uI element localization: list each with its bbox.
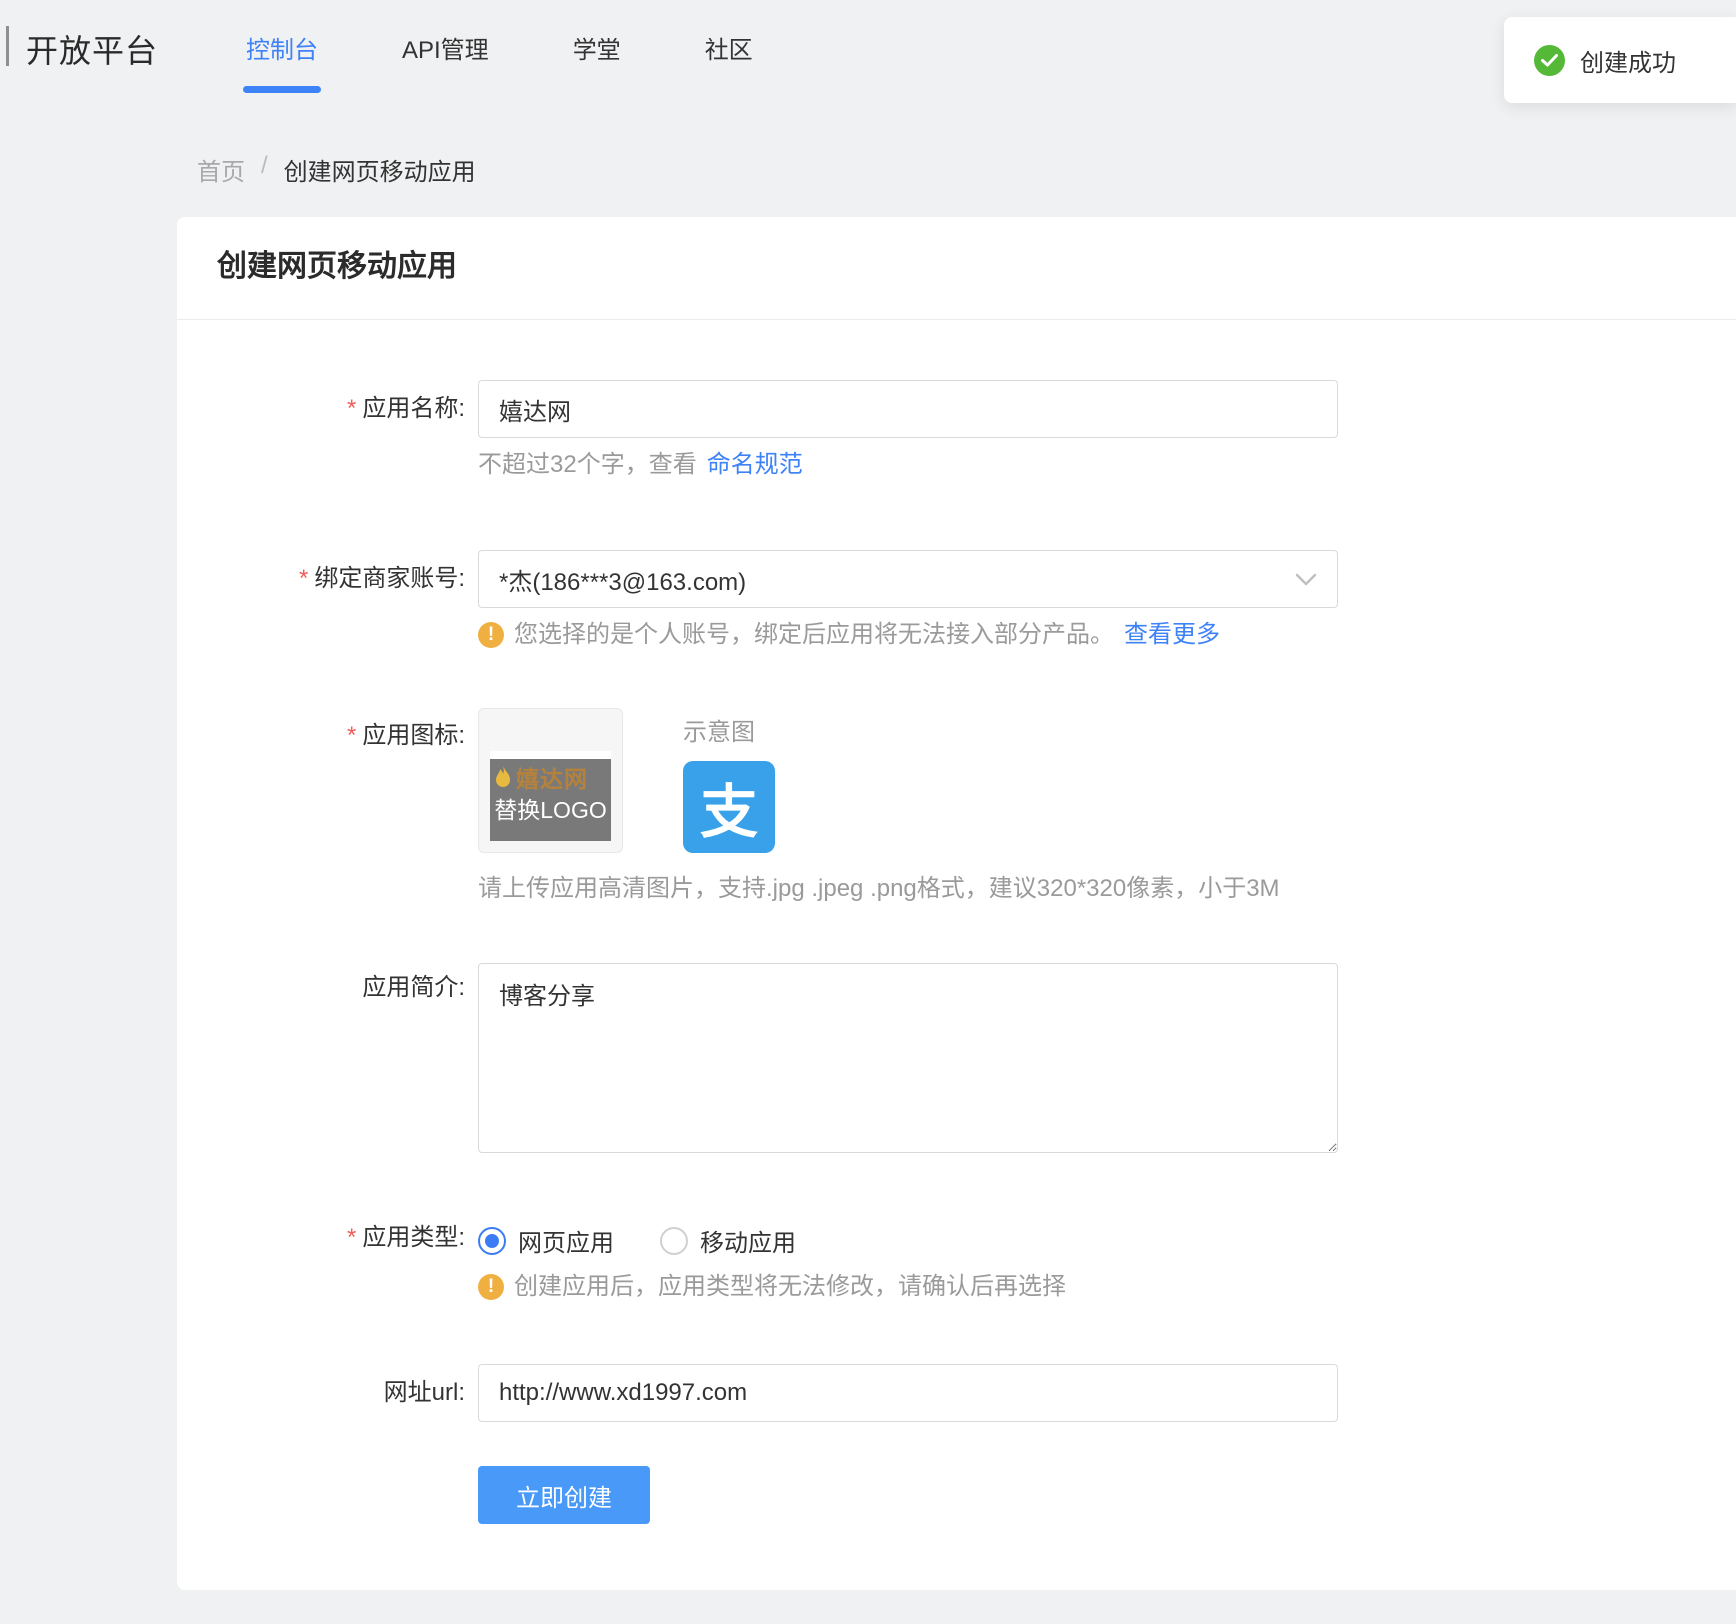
radio-option-mobile[interactable]: 移动应用 — [660, 1223, 796, 1258]
required-mark: * — [347, 395, 356, 422]
app-icon-field: 嬉达网 替换LOGO 示意图 支 — [478, 708, 775, 853]
merchant-account-row: *绑定商家账号: *杰(186***3@163.com) — [177, 550, 1736, 608]
upload-hint: 请上传应用高清图片，支持.jpg .jpeg .png格式，建议320*320像… — [478, 869, 1330, 909]
replace-logo-button[interactable]: 替换LOGO — [490, 791, 611, 825]
radio-unselected-icon[interactable] — [660, 1227, 688, 1255]
tab-academy[interactable]: 学堂 — [573, 30, 621, 85]
app-icon-label: *应用图标: — [177, 708, 478, 853]
warning-icon: ! — [478, 622, 504, 648]
required-mark: * — [299, 565, 308, 592]
app-name-row: *应用名称: — [177, 380, 1736, 438]
chevron-down-icon — [1295, 565, 1317, 593]
page-title: 创建网页移动应用 — [177, 217, 1736, 287]
tab-console[interactable]: 控制台 — [246, 30, 318, 85]
radio-selected-icon[interactable] — [478, 1227, 506, 1255]
app-name-label: *应用名称: — [177, 394, 478, 424]
radio-mobile-label[interactable]: 移动应用 — [700, 1223, 796, 1258]
logo-thumbnail: 嬉达网 替换LOGO — [490, 751, 611, 841]
sample-column: 示意图 支 — [683, 708, 775, 853]
url-input[interactable] — [478, 1364, 1338, 1422]
breadcrumb: 首页 / 创建网页移动应用 — [197, 152, 476, 187]
merchant-account-select[interactable]: *杰(186***3@163.com) — [478, 550, 1338, 608]
brand-divider — [6, 26, 9, 66]
create-app-form: *应用名称: 不超过32个字，查看命名规范 *绑定商家账号: *杰(186***… — [177, 320, 1736, 1524]
alipay-sample-icon: 支 — [683, 761, 775, 853]
naming-rules-link[interactable]: 命名规范 — [707, 450, 803, 480]
tab-api-management[interactable]: API管理 — [402, 30, 489, 85]
app-type-radio-group: 网页应用 移动应用 — [478, 1223, 796, 1258]
merchant-account-value: *杰(186***3@163.com) — [499, 562, 746, 597]
url-label: 网址url: — [177, 1378, 478, 1408]
merchant-account-warning: ! 您选择的是个人账号，绑定后应用将无法接入部分产品。 查看更多 — [478, 620, 1736, 650]
merchant-account-label: *绑定商家账号: — [177, 564, 478, 594]
app-desc-row: 应用简介: 博客分享 — [177, 963, 1736, 1153]
app-desc-label: 应用简介: — [177, 963, 478, 1153]
sample-label: 示意图 — [683, 708, 775, 747]
check-circle-icon — [1534, 45, 1565, 76]
warning-icon: ! — [478, 1274, 504, 1300]
required-mark: * — [347, 1224, 356, 1251]
app-name-input[interactable] — [478, 380, 1338, 438]
breadcrumb-current: 创建网页移动应用 — [284, 152, 476, 187]
app-type-row: *应用类型: 网页应用 移动应用 — [177, 1223, 1736, 1258]
flame-icon — [494, 765, 512, 789]
required-mark: * — [347, 722, 356, 749]
success-toast: 创建成功 — [1504, 17, 1736, 103]
tab-community[interactable]: 社区 — [705, 30, 753, 85]
app-type-warning: ! 创建应用后，应用类型将无法修改，请确认后再选择 — [478, 1272, 1736, 1302]
breadcrumb-home[interactable]: 首页 — [197, 152, 245, 187]
merchant-warning-text: 您选择的是个人账号，绑定后应用将无法接入部分产品。 — [514, 620, 1114, 650]
app-name-hint-text: 不超过32个字，查看 — [478, 450, 697, 480]
top-nav: 控制台 API管理 学堂 社区 — [246, 30, 753, 85]
main-card: 创建网页移动应用 *应用名称: 不超过32个字，查看命名规范 *绑定商家账号: … — [177, 217, 1736, 1590]
app-icon-row: *应用图标: 嬉达网 替换LOGO 示意图 支 — [177, 708, 1736, 853]
app-desc-textarea[interactable]: 博客分享 — [478, 963, 1338, 1153]
logo-upload-box[interactable]: 嬉达网 替换LOGO — [478, 708, 623, 853]
breadcrumb-separator: / — [261, 152, 268, 187]
app-type-warning-text: 创建应用后，应用类型将无法修改，请确认后再选择 — [514, 1272, 1066, 1302]
radio-web-label[interactable]: 网页应用 — [518, 1223, 614, 1258]
brand-logo[interactable]: 开放平台 — [26, 26, 158, 72]
see-more-link[interactable]: 查看更多 — [1124, 620, 1220, 650]
create-now-button[interactable]: 立即创建 — [478, 1466, 650, 1524]
uploaded-logo: 嬉达网 — [494, 760, 611, 794]
radio-option-web[interactable]: 网页应用 — [478, 1223, 614, 1258]
toast-message: 创建成功 — [1580, 43, 1676, 78]
url-row: 网址url: — [177, 1364, 1736, 1422]
logo-text: 嬉达网 — [516, 760, 588, 794]
app-type-label: *应用类型: — [177, 1223, 478, 1258]
app-name-hint: 不超过32个字，查看命名规范 — [478, 450, 1736, 480]
